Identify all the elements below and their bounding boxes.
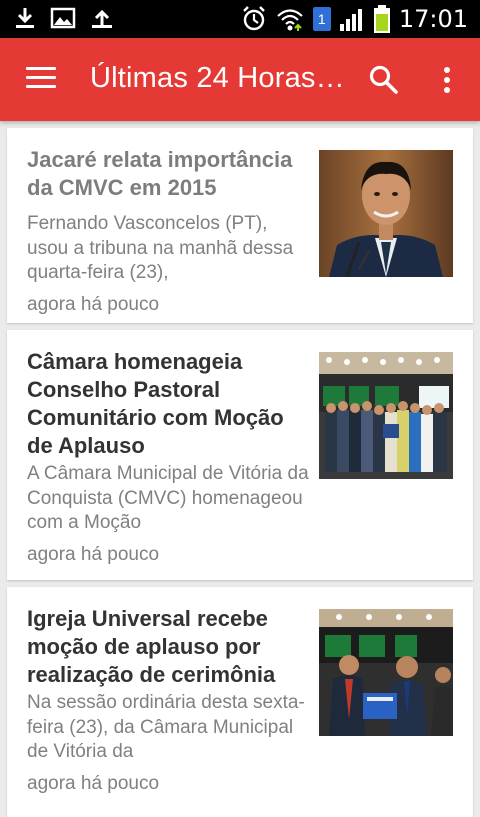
speaker-photo (319, 150, 453, 277)
hamburger-menu-icon[interactable] (26, 67, 56, 91)
news-summary: Fernando Vasconcelos (PT), usou a tribun… (27, 213, 294, 283)
news-card[interactable]: Câmara homenageia Conselho Pastoral Comu… (7, 330, 473, 580)
search-icon[interactable] (368, 64, 400, 96)
app-title: Últimas 24 Horas… (90, 62, 345, 94)
app-bar: Últimas 24 Horas… (0, 38, 480, 121)
news-title: Igreja Universal recebe moção de aplauso… (27, 606, 276, 687)
news-card[interactable]: Jacaré relata importância da CMVC em 201… (7, 128, 473, 323)
status-bar: 1 17:01 (0, 0, 480, 38)
alarm-icon (242, 6, 265, 31)
image-icon (50, 7, 76, 29)
more-vert-icon[interactable] (436, 64, 458, 96)
download-icon (16, 8, 34, 28)
news-title: Jacaré relata importância da CMVC em 201… (27, 147, 293, 200)
clock: 17:01 (398, 5, 468, 33)
news-time: agora há pouco (27, 294, 160, 315)
news-thumbnail (319, 609, 453, 736)
news-thumbnail (319, 352, 453, 479)
battery-icon (373, 5, 390, 33)
news-card[interactable]: Igreja Universal recebe moção de aplauso… (7, 587, 473, 817)
news-time: agora há pouco (27, 773, 160, 794)
news-title: Câmara homenageia Conselho Pastoral Comu… (27, 349, 284, 458)
upload-icon (92, 9, 112, 28)
system-icons: 1 17:01 (241, 4, 468, 34)
ceremony-group-photo (319, 352, 453, 479)
award-photo (319, 609, 453, 736)
news-time: agora há pouco (27, 544, 160, 565)
news-summary: Na sessão ordinária desta sexta-feira (2… (27, 692, 305, 762)
wifi-icon (277, 9, 303, 31)
signal-icon (339, 9, 362, 31)
news-summary: A Câmara Municipal de Vitória da Conquis… (27, 463, 309, 533)
notification-badge: 1 (312, 7, 331, 31)
notification-icons (14, 6, 114, 30)
news-thumbnail (319, 150, 453, 277)
